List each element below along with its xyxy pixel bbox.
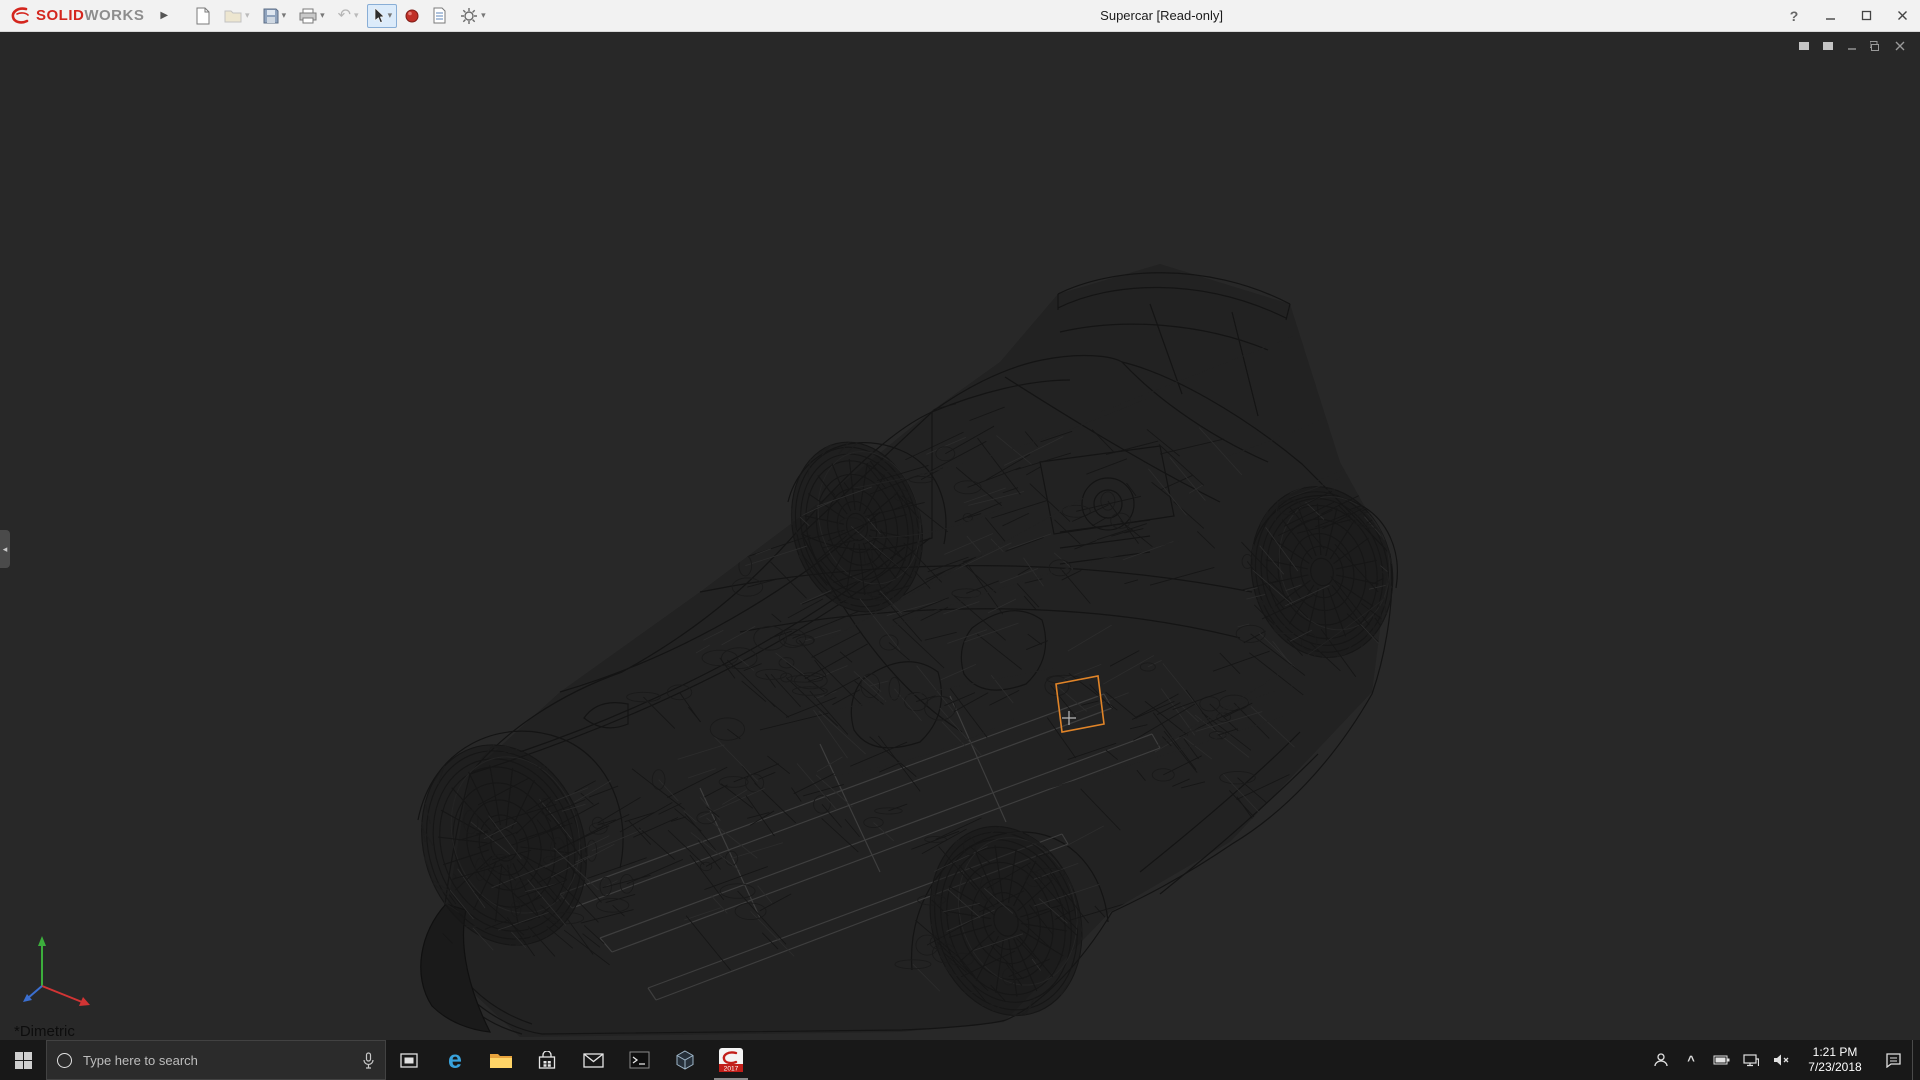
taskbar-item-mail[interactable] xyxy=(570,1040,616,1080)
options-gear-icon xyxy=(460,7,478,25)
dropdown-arrow-icon[interactable]: ▾ xyxy=(245,10,250,21)
battery-button[interactable] xyxy=(1706,1040,1736,1080)
open-document-button[interactable]: ▾ xyxy=(219,4,255,28)
windows-logo-icon xyxy=(15,1052,32,1069)
document-pane-icon[interactable] xyxy=(1798,40,1810,52)
undo-arrow-icon: ↶ xyxy=(338,8,351,24)
document-pane-icon[interactable] xyxy=(1822,40,1834,52)
graphics-viewport[interactable]: ◂ *Dimetric xyxy=(0,32,1920,1040)
task-view-button[interactable] xyxy=(386,1040,432,1080)
titlebar: SOLIDWORKS ▶ ▾ ▾ xyxy=(0,0,1920,32)
windows-taskbar: e xyxy=(0,1040,1920,1080)
taskbar-item-app-cube[interactable] xyxy=(662,1040,708,1080)
open-folder-icon xyxy=(224,9,242,23)
battery-icon xyxy=(1713,1055,1730,1065)
dropdown-arrow-icon[interactable]: ▾ xyxy=(388,10,393,21)
command-prompt-icon xyxy=(629,1051,650,1069)
maximize-icon xyxy=(1861,10,1872,21)
people-icon xyxy=(1653,1052,1669,1068)
document-close-icon[interactable] xyxy=(1894,40,1906,52)
solidworks-swirl-icon xyxy=(10,6,32,26)
solidworks-logo: SOLIDWORKS xyxy=(0,6,152,26)
dropdown-arrow-icon[interactable]: ▾ xyxy=(320,10,325,21)
new-document-icon xyxy=(195,7,211,25)
options-button[interactable]: ▾ xyxy=(455,4,491,28)
start-button[interactable] xyxy=(0,1040,46,1080)
taskbar-search[interactable] xyxy=(46,1040,386,1080)
wireframe-car-model xyxy=(0,32,1920,1040)
tray-overflow-button[interactable]: ^ xyxy=(1676,1040,1706,1080)
printer-icon xyxy=(299,8,317,24)
task-view-icon xyxy=(400,1053,418,1068)
network-button[interactable] xyxy=(1736,1040,1766,1080)
taskbar-clock[interactable]: 1:21 PM 7/23/2018 xyxy=(1796,1040,1874,1080)
show-desktop-button[interactable] xyxy=(1912,1040,1920,1080)
rebuild-icon xyxy=(405,8,419,24)
taskbar-item-store[interactable] xyxy=(524,1040,570,1080)
select-cursor-icon xyxy=(372,7,385,24)
cube-app-icon xyxy=(675,1050,695,1070)
chevron-left-icon: ◂ xyxy=(3,544,8,555)
clock-time: 1:21 PM xyxy=(1813,1045,1858,1060)
brand-text: SOLIDWORKS xyxy=(36,7,144,24)
mail-envelope-icon xyxy=(583,1053,604,1068)
print-button[interactable]: ▾ xyxy=(294,4,330,28)
menu-expand-arrow[interactable]: ▶ xyxy=(152,10,176,21)
search-input[interactable] xyxy=(81,1052,353,1069)
close-icon xyxy=(1897,10,1908,21)
taskbar-item-solidworks-2017[interactable]: 2017 xyxy=(708,1040,754,1080)
save-floppy-icon xyxy=(263,8,279,24)
dropdown-arrow-icon[interactable]: ▾ xyxy=(354,10,359,21)
file-explorer-icon xyxy=(489,1051,513,1070)
file-properties-button[interactable] xyxy=(427,4,452,28)
close-button[interactable] xyxy=(1884,0,1920,31)
file-properties-icon xyxy=(432,7,447,24)
action-center-icon xyxy=(1885,1053,1902,1068)
action-center-button[interactable] xyxy=(1874,1040,1912,1080)
window-controls: ? xyxy=(1776,0,1920,31)
document-restore-icon[interactable] xyxy=(1870,40,1882,52)
brand-solid: SOLID xyxy=(36,7,84,24)
orientation-triad xyxy=(8,924,104,1016)
system-tray: ^ 1:21 PM 7/23/2018 xyxy=(1646,1040,1920,1080)
minimize-button[interactable] xyxy=(1812,0,1848,31)
svg-text:2017: 2017 xyxy=(724,1065,739,1072)
rebuild-button[interactable] xyxy=(400,4,424,28)
network-icon xyxy=(1743,1054,1759,1067)
quick-access-toolbar: ▾ ▾ ▾ ↶ ▾ ▾ xyxy=(190,4,491,28)
document-minimize-icon[interactable] xyxy=(1846,40,1858,52)
help-button[interactable]: ? xyxy=(1776,0,1812,31)
task-pane-collapsed-tab[interactable]: ◂ xyxy=(0,530,10,568)
people-button[interactable] xyxy=(1646,1040,1676,1080)
taskbar-item-edge[interactable]: e xyxy=(432,1040,478,1080)
view-orientation-label: *Dimetric xyxy=(14,1023,75,1040)
new-document-button[interactable] xyxy=(190,4,216,28)
taskbar-item-command-prompt[interactable] xyxy=(616,1040,662,1080)
brand-works: WORKS xyxy=(84,7,144,24)
microphone-icon[interactable] xyxy=(362,1052,375,1069)
undo-button[interactable]: ↶ ▾ xyxy=(333,4,364,28)
window-title: Supercar [Read-only] xyxy=(1100,8,1223,23)
chevron-up-icon: ^ xyxy=(1687,1053,1695,1068)
dropdown-arrow-icon[interactable]: ▾ xyxy=(481,10,486,21)
cortana-circle-icon xyxy=(57,1053,72,1068)
dropdown-arrow-icon[interactable]: ▾ xyxy=(282,10,287,21)
solidworks-2017-icon: 2017 xyxy=(718,1047,744,1073)
taskbar-item-file-explorer[interactable] xyxy=(478,1040,524,1080)
maximize-button[interactable] xyxy=(1848,0,1884,31)
minimize-icon xyxy=(1825,10,1836,21)
save-button[interactable]: ▾ xyxy=(258,4,292,28)
clock-date: 7/23/2018 xyxy=(1808,1060,1861,1075)
store-bag-icon xyxy=(537,1051,557,1070)
edge-icon: e xyxy=(448,1048,462,1073)
speaker-muted-icon xyxy=(1773,1053,1790,1067)
document-window-controls xyxy=(1798,40,1906,52)
volume-button[interactable] xyxy=(1766,1040,1796,1080)
select-tool-button[interactable]: ▾ xyxy=(367,4,398,28)
